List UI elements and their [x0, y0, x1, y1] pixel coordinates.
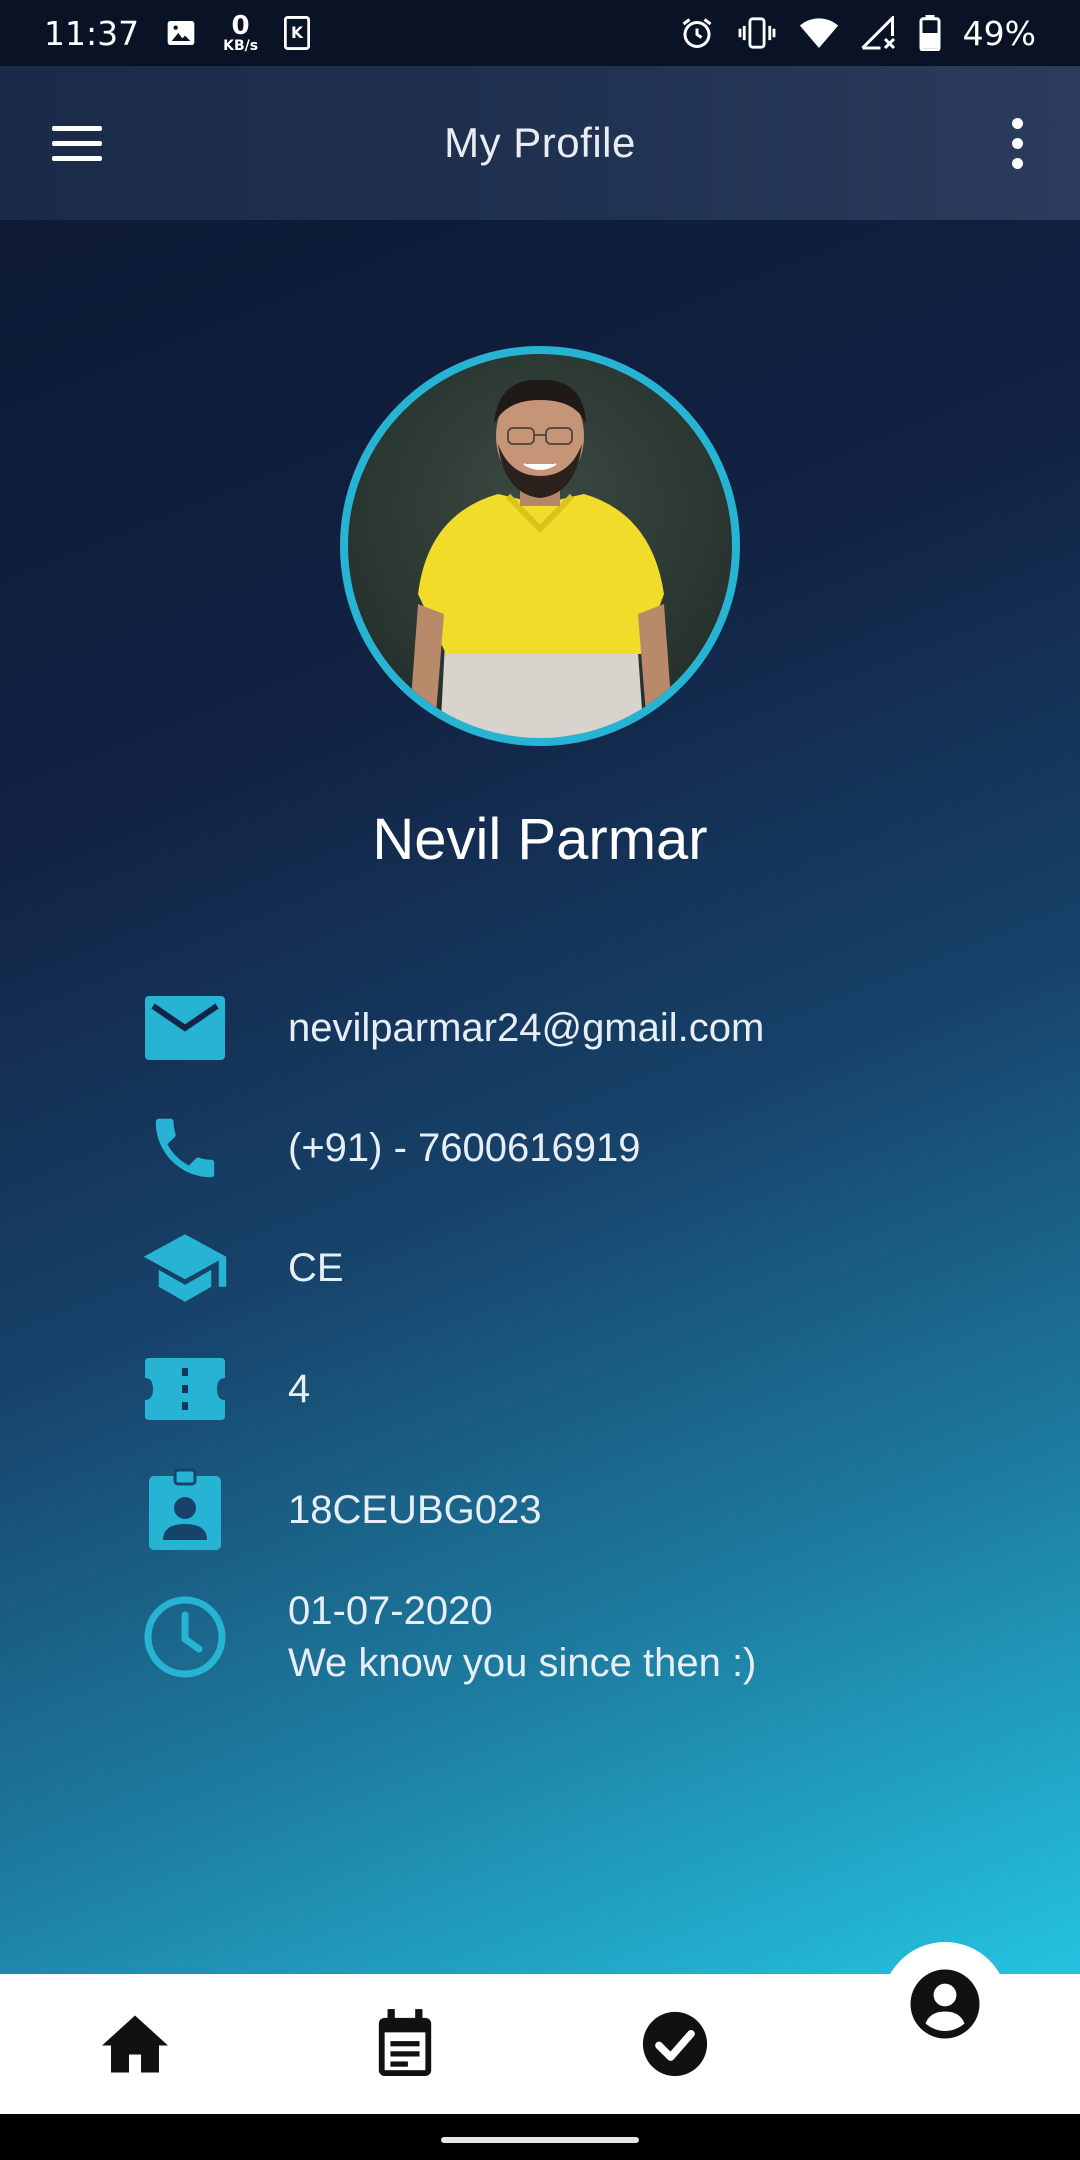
branch-row: CE	[140, 1223, 344, 1313]
branch-text: CE	[288, 1245, 344, 1290]
semester-text: 4	[288, 1366, 311, 1411]
phone-row: (+91) - 7600616919	[140, 1103, 641, 1193]
battery-icon	[919, 15, 941, 51]
avatar[interactable]	[340, 346, 740, 746]
joined-row: 01-07-2020 We know you since then :)	[140, 1589, 756, 1685]
joined-text: 01-07-2020 We know you since then :)	[288, 1585, 756, 1689]
alarm-icon	[679, 15, 715, 51]
app-bar: My Profile	[0, 66, 1080, 220]
status-bar: 11:37 0 KB/s K 49%	[0, 0, 1080, 66]
semester-row: 4	[140, 1344, 310, 1434]
status-time: 11:37	[44, 13, 140, 53]
signal-icon	[861, 16, 897, 50]
calendar-icon	[378, 2009, 432, 2076]
battery-percent: 49%	[962, 13, 1036, 53]
clock-icon	[140, 1592, 230, 1682]
check-circle-icon	[642, 2011, 708, 2077]
email-row: nevilparmar24@gmail.com	[140, 983, 764, 1073]
kindle-icon: K	[284, 16, 311, 50]
hamburger-menu-icon[interactable]	[52, 124, 102, 164]
profile-name: Nevil Parmar	[372, 807, 708, 872]
wifi-icon	[799, 16, 839, 50]
net-speed: 0 KB/s	[223, 11, 259, 54]
profile-screen: 11:37 0 KB/s K 49% My Profile Nevil Parm…	[0, 0, 1080, 1974]
home-gesture-pill[interactable]	[441, 2137, 639, 2143]
profile-photo	[410, 379, 672, 738]
home-icon	[102, 2015, 168, 2073]
nav-profile[interactable]	[885, 1934, 1005, 2074]
nav-home[interactable]	[75, 1974, 195, 2114]
phone-text: (+91) - 7600616919	[288, 1125, 641, 1170]
ticket-icon	[140, 1344, 230, 1434]
graduation-cap-icon	[140, 1223, 230, 1313]
account-icon	[910, 1969, 980, 2039]
joined-note: We know you since then :)	[288, 1641, 757, 1685]
more-vert-icon[interactable]	[1010, 118, 1026, 170]
email-icon	[140, 983, 230, 1073]
email-text: nevilparmar24@gmail.com	[288, 1005, 765, 1050]
image-icon	[165, 17, 197, 49]
id-badge-icon	[140, 1465, 230, 1555]
enrollment-text: 18CEUBG023	[288, 1487, 542, 1532]
nav-tasks[interactable]	[615, 1974, 735, 2114]
page-title: My Profile	[444, 119, 636, 166]
bottom-nav	[0, 1969, 1080, 2114]
enrollment-row: 18CEUBG023	[140, 1465, 541, 1555]
svg-text:K: K	[291, 24, 304, 42]
joined-date: 01-07-2020	[288, 1589, 493, 1633]
nav-calendar[interactable]	[345, 1974, 465, 2114]
phone-icon	[140, 1103, 230, 1193]
vibrate-icon	[737, 16, 777, 50]
